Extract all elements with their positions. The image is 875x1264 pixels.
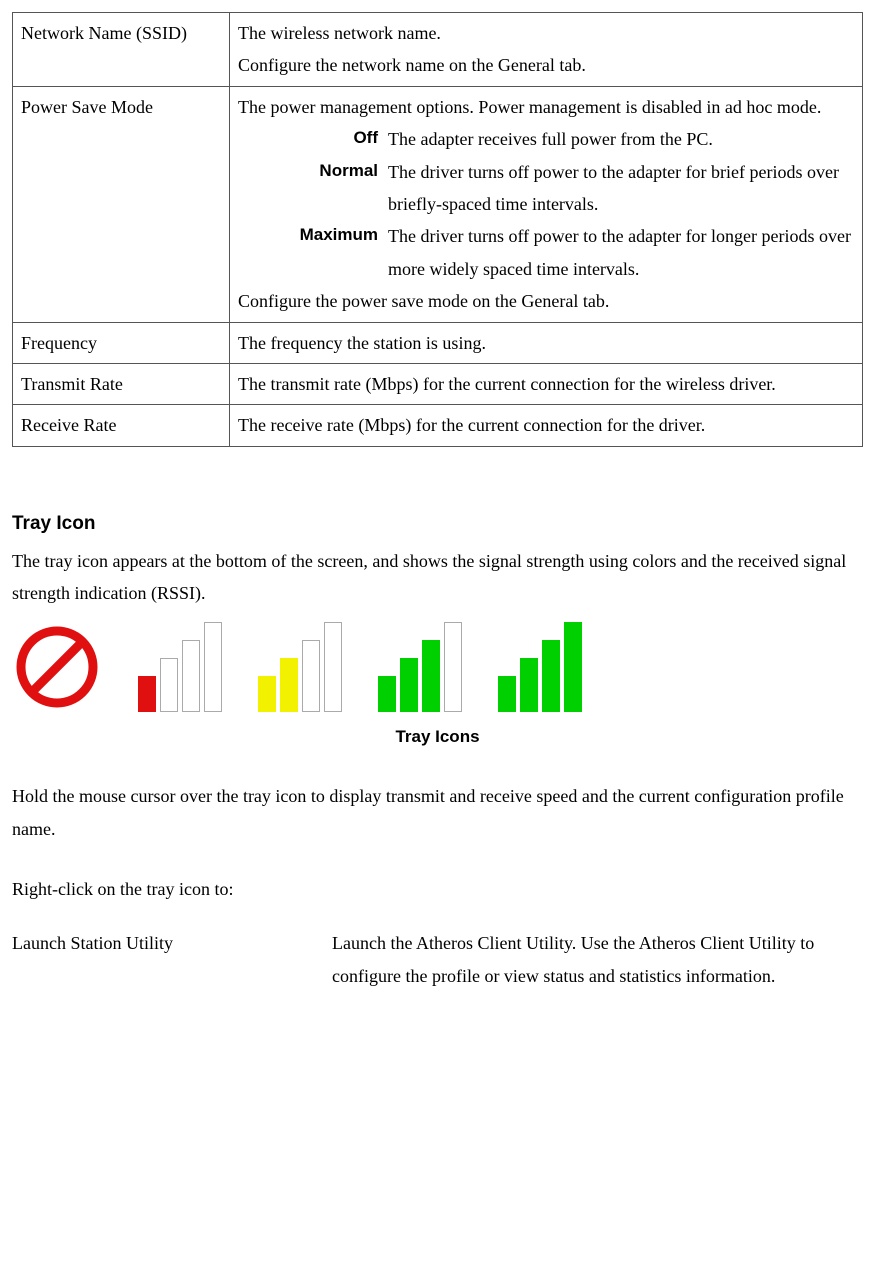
power-intro: The power management options. Power mana… (238, 91, 854, 123)
power-off-label: Off (238, 123, 388, 154)
ssid-line1: The wireless network name. (238, 17, 854, 49)
launch-row: Launch Station Utility Launch the Athero… (12, 927, 863, 992)
frequency-label: Frequency (13, 322, 230, 363)
tray-icon-heading: Tray Icon (12, 507, 863, 541)
signal-weak-icon (138, 622, 222, 712)
no-signal-icon (12, 622, 102, 712)
signal-excellent-icon (498, 622, 582, 712)
rxrate-label: Receive Rate (13, 405, 230, 446)
power-max-label: Maximum (238, 220, 388, 251)
ssid-desc: The wireless network name. Configure the… (230, 13, 863, 87)
txrate-desc: The transmit rate (Mbps) for the current… (230, 363, 863, 404)
signal-good-icon (378, 622, 462, 712)
tray-rightclick-text: Right-click on the tray icon to: (12, 873, 863, 905)
launch-desc: Launch the Atheros Client Utility. Use t… (332, 927, 863, 992)
ssid-label: Network Name (SSID) (13, 13, 230, 87)
power-off-desc: The adapter receives full power from the… (388, 123, 854, 155)
rxrate-desc: The receive rate (Mbps) for the current … (230, 405, 863, 446)
power-outro: Configure the power save mode on the Gen… (238, 285, 854, 317)
signal-fair-icon (258, 622, 342, 712)
txrate-label: Transmit Rate (13, 363, 230, 404)
ssid-line2: Configure the network name on the Genera… (238, 49, 854, 81)
frequency-desc: The frequency the station is using. (230, 322, 863, 363)
power-normal-desc: The driver turns off power to the adapte… (388, 156, 854, 221)
tray-intro: The tray icon appears at the bottom of t… (12, 545, 863, 610)
tray-icons-caption: Tray Icons (12, 722, 863, 753)
power-normal-label: Normal (238, 156, 388, 187)
power-max-desc: The driver turns off power to the adapte… (388, 220, 854, 285)
tray-icons-row (12, 622, 863, 712)
launch-label: Launch Station Utility (12, 927, 332, 959)
power-desc: The power management options. Power mana… (230, 86, 863, 322)
definitions-table: Network Name (SSID) The wireless network… (12, 12, 863, 447)
power-label: Power Save Mode (13, 86, 230, 322)
tray-hover-text: Hold the mouse cursor over the tray icon… (12, 780, 863, 845)
